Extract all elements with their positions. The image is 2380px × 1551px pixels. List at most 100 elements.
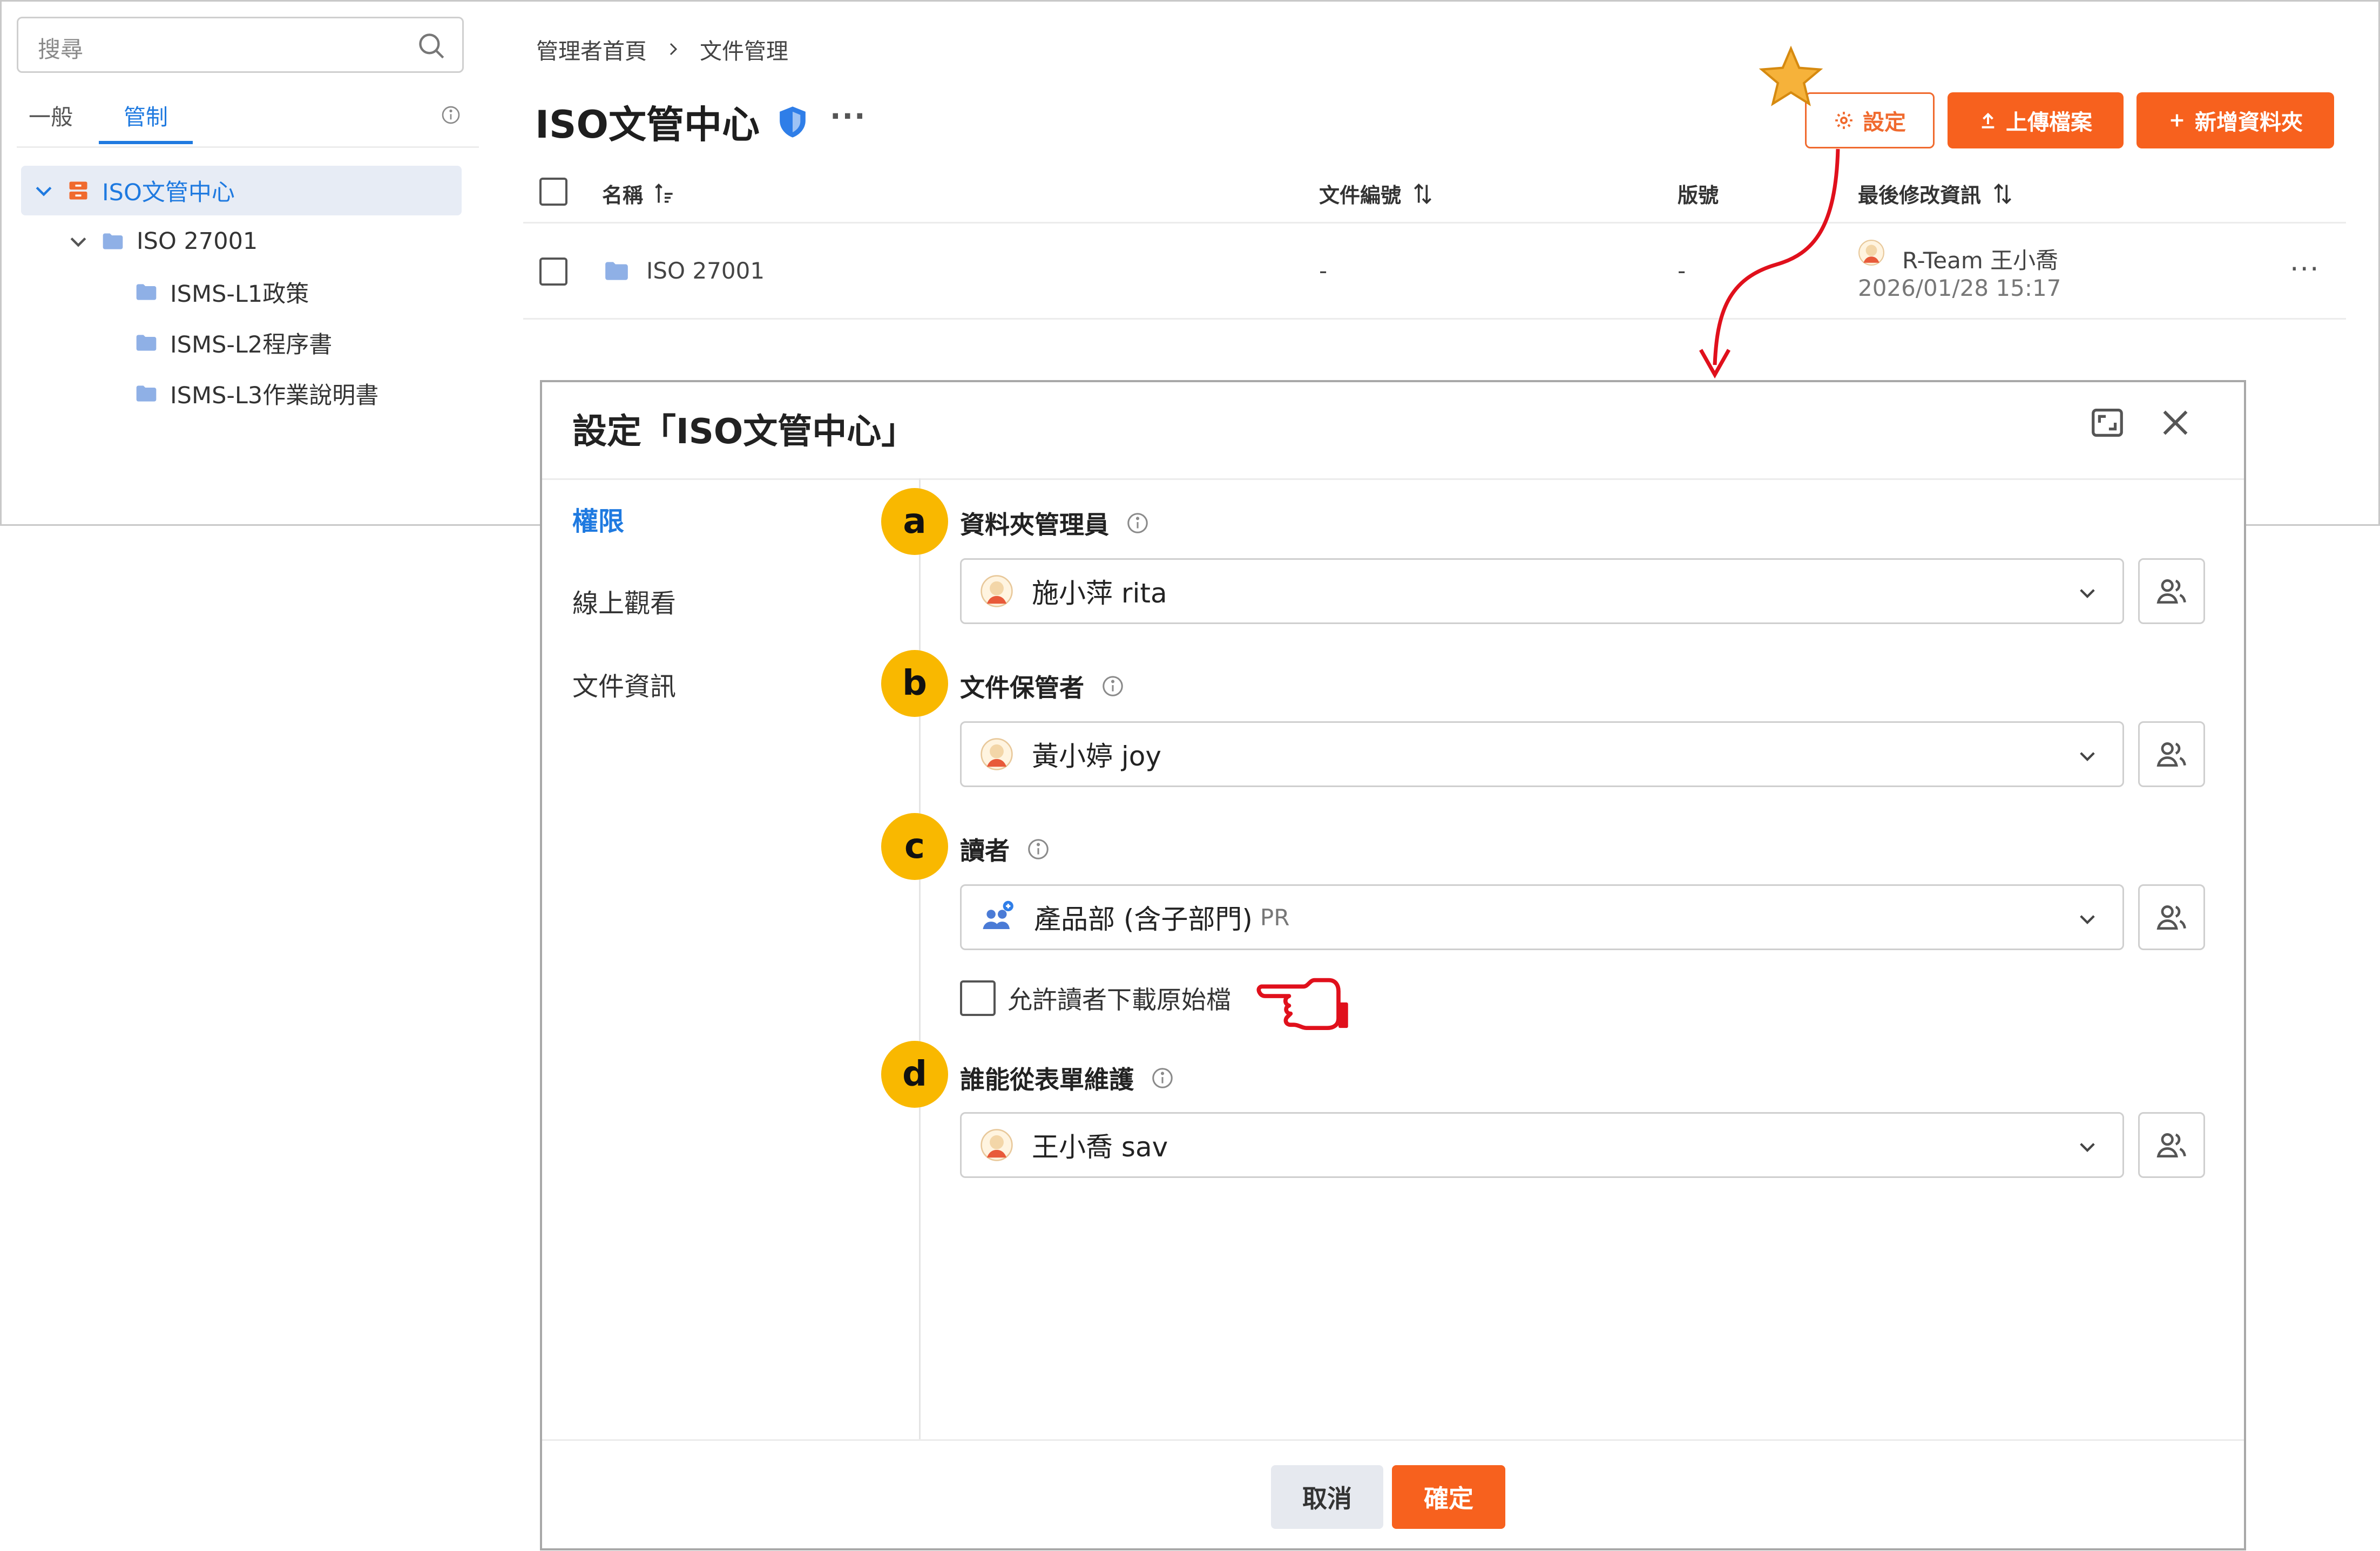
search-placeholder: 搜尋 bbox=[38, 36, 84, 63]
department-icon bbox=[983, 900, 1013, 929]
sort-icon[interactable] bbox=[1411, 182, 1435, 206]
column-header-doc-no[interactable]: 文件編號 bbox=[1319, 179, 1435, 208]
sort-icon[interactable] bbox=[1991, 182, 2014, 206]
pick-users-button[interactable] bbox=[2138, 884, 2205, 950]
tree-item-label: ISMS-L2程序書 bbox=[170, 331, 333, 358]
pick-users-button[interactable] bbox=[2138, 558, 2205, 624]
dialog-title: 設定「ISO文管中心」 bbox=[572, 412, 916, 452]
tree-item-label: ISMS-L3作業說明書 bbox=[170, 382, 379, 409]
info-icon[interactable] bbox=[440, 104, 462, 126]
tree-item-label: ISO 27001 bbox=[137, 228, 258, 255]
field-label-text: 讀者 bbox=[960, 836, 1010, 865]
column-header-label: 文件編號 bbox=[1319, 184, 1402, 207]
info-icon[interactable] bbox=[1100, 674, 1125, 699]
breadcrumb-home-link[interactable]: 管理者首頁 bbox=[536, 33, 647, 65]
field-label-folder-admin: 資料夾管理員 bbox=[960, 505, 1150, 541]
star-icon bbox=[1759, 45, 1823, 106]
confirm-button[interactable]: 確定 bbox=[1392, 1465, 1505, 1529]
folder-icon bbox=[136, 284, 157, 300]
field-label-text: 文件保管者 bbox=[960, 673, 1084, 702]
row-version: - bbox=[1678, 258, 1686, 284]
marker-c: c bbox=[881, 813, 948, 880]
marker-b: b bbox=[881, 650, 948, 717]
maximize-icon[interactable] bbox=[2088, 404, 2126, 442]
sort-ascending-icon[interactable] bbox=[653, 182, 677, 206]
row-modified-by: R-Team 王小喬 bbox=[1902, 247, 2059, 274]
select-value: 黃小婷 joy bbox=[1032, 741, 1161, 772]
info-icon[interactable] bbox=[1150, 1066, 1175, 1091]
cancel-button[interactable]: 取消 bbox=[1271, 1465, 1383, 1529]
select-all-checkbox[interactable] bbox=[539, 178, 567, 206]
column-header-name[interactable]: 名稱 bbox=[602, 179, 677, 208]
row-more-options-icon[interactable]: ··· bbox=[2290, 253, 2320, 286]
folder-admin-select[interactable]: 施小萍 rita bbox=[960, 558, 2124, 624]
users-icon bbox=[2156, 742, 2186, 767]
tree-item-isms-l1[interactable]: ISMS-L1政策 bbox=[134, 270, 309, 314]
menu-item-online-view[interactable]: 線上觀看 bbox=[572, 582, 676, 620]
folder-icon bbox=[136, 385, 157, 402]
chevron-down-icon[interactable] bbox=[32, 179, 56, 202]
allow-download-checkbox[interactable] bbox=[960, 980, 996, 1016]
archive-icon bbox=[69, 181, 87, 200]
settings-button-label: 設定 bbox=[1863, 110, 1906, 135]
tab-general[interactable]: 一般 bbox=[29, 99, 73, 131]
allow-download-option[interactable]: 允許讀者下載原始檔 bbox=[960, 980, 1231, 1016]
chevron-down-icon[interactable] bbox=[2076, 581, 2099, 604]
dialog-header-divider bbox=[542, 478, 2244, 480]
menu-item-permissions[interactable]: 權限 bbox=[572, 500, 624, 538]
custodian-select[interactable]: 黃小婷 joy bbox=[960, 721, 2124, 787]
new-folder-button-label: 新增資料夾 bbox=[2195, 110, 2303, 135]
chevron-down-icon[interactable] bbox=[2076, 1135, 2099, 1158]
sidebar-search-input[interactable]: 搜尋 bbox=[17, 17, 464, 73]
search-icon[interactable] bbox=[416, 30, 447, 62]
column-header-modified[interactable]: 最後修改資訊 bbox=[1858, 179, 2014, 208]
folder-icon bbox=[605, 262, 628, 280]
pointing-hand-icon bbox=[1256, 978, 1348, 1031]
sidebar-divider bbox=[17, 146, 479, 148]
more-options-icon[interactable]: ··· bbox=[830, 101, 867, 131]
tree-item-iso-center[interactable]: ISO文管中心 bbox=[32, 169, 235, 212]
pick-users-button[interactable] bbox=[2138, 721, 2205, 787]
row-name-link[interactable]: ISO 27001 bbox=[646, 258, 765, 284]
page-title-text: ISO文管中心 bbox=[535, 103, 760, 147]
avatar bbox=[981, 1129, 1013, 1161]
upload-icon bbox=[1982, 112, 1994, 128]
select-value: 王小喬 sav bbox=[1032, 1132, 1168, 1163]
tab-controlled[interactable]: 管制 bbox=[124, 99, 168, 131]
plus-icon bbox=[2171, 114, 2183, 127]
page-title: ISO文管中心 ··· bbox=[535, 94, 867, 149]
dialog-footer-divider bbox=[542, 1439, 2244, 1441]
row-checkbox[interactable] bbox=[539, 258, 567, 286]
tree-item-label: ISO文管中心 bbox=[102, 179, 235, 206]
tree-item-label: ISMS-L1政策 bbox=[170, 281, 309, 308]
chevron-down-icon[interactable] bbox=[2076, 744, 2099, 767]
column-header-label: 版號 bbox=[1678, 184, 1719, 207]
info-icon[interactable] bbox=[1125, 511, 1150, 536]
form-maintainer-select[interactable]: 王小喬 sav bbox=[960, 1112, 2124, 1178]
chevron-down-icon[interactable] bbox=[66, 229, 90, 253]
users-icon bbox=[2156, 579, 2186, 604]
avatar bbox=[981, 738, 1013, 770]
close-icon[interactable] bbox=[2156, 404, 2194, 442]
tree-item-isms-l3[interactable]: ISMS-L3作業說明書 bbox=[134, 372, 378, 415]
upload-file-button[interactable]: 上傳檔案 bbox=[1948, 92, 2124, 148]
users-icon bbox=[2156, 905, 2186, 930]
pick-users-button[interactable] bbox=[2138, 1112, 2205, 1178]
menu-item-doc-info[interactable]: 文件資訊 bbox=[572, 665, 676, 703]
dialog-menu-divider bbox=[919, 478, 921, 1439]
select-value: 施小萍 rita bbox=[1032, 578, 1167, 609]
marker-d: d bbox=[881, 1041, 948, 1108]
readers-select[interactable]: 產品部 (含子部門) PR bbox=[960, 884, 2124, 950]
field-label-text: 資料夾管理員 bbox=[960, 510, 1109, 539]
allow-download-label: 允許讀者下載原始檔 bbox=[1008, 985, 1231, 1014]
info-icon[interactable] bbox=[1026, 837, 1051, 862]
field-label-readers: 讀者 bbox=[960, 831, 1051, 867]
column-header-label: 名稱 bbox=[602, 184, 644, 207]
tree-item-isms-l2[interactable]: ISMS-L2程序書 bbox=[134, 321, 332, 364]
chevron-right-icon bbox=[670, 43, 678, 56]
new-folder-button[interactable]: 新增資料夾 bbox=[2136, 92, 2334, 148]
select-value: 產品部 (含子部門) bbox=[1034, 904, 1253, 935]
tree-item-iso27001[interactable]: ISO 27001 bbox=[66, 220, 258, 263]
chevron-down-icon[interactable] bbox=[2076, 907, 2099, 930]
breadcrumb-current: 文件管理 bbox=[700, 38, 788, 64]
